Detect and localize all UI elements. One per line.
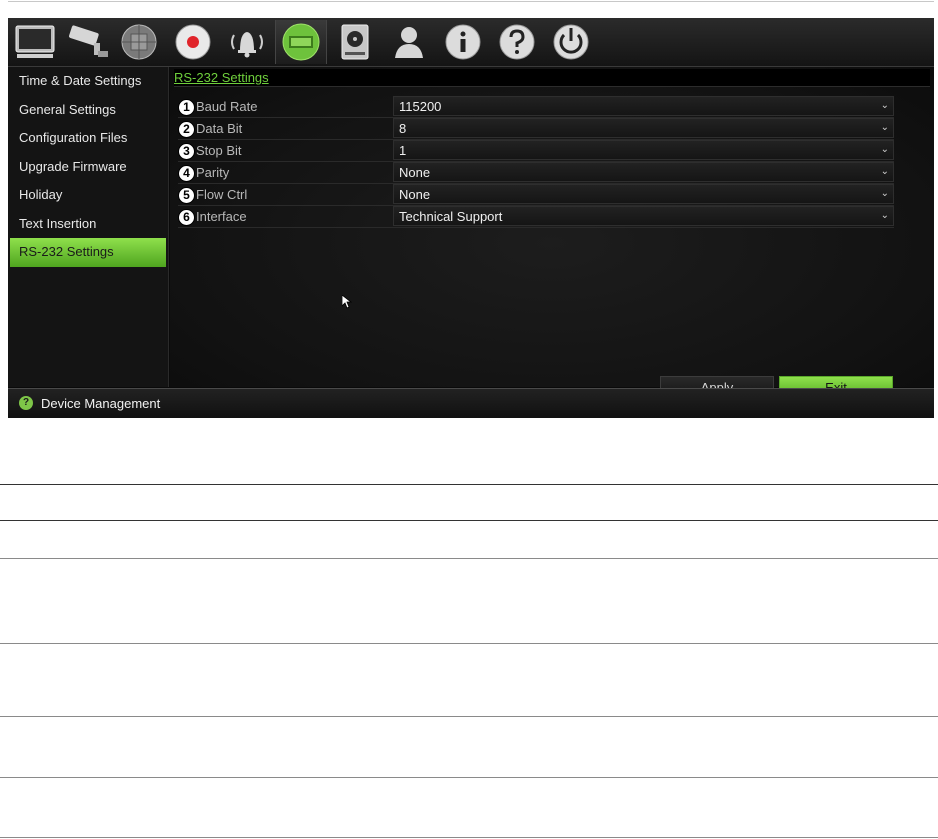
field-number-badge: 2 bbox=[178, 121, 195, 138]
device-management-icon[interactable] bbox=[275, 20, 327, 64]
panel-title-bar: RS-232 Settings bbox=[174, 69, 930, 87]
question-icon[interactable]: ? bbox=[19, 396, 33, 410]
record-icon[interactable] bbox=[168, 20, 218, 64]
field-row-parity: 4 Parity None ⌄ bbox=[178, 162, 894, 184]
sidebar-item-configuration-files[interactable]: Configuration Files bbox=[10, 124, 166, 153]
chevron-down-icon: ⌄ bbox=[880, 210, 889, 221]
table-rule bbox=[0, 520, 938, 521]
sidebar-item-time-date[interactable]: Time & Date Settings bbox=[10, 67, 166, 96]
field-row-data-bit: 2 Data Bit 8 ⌄ bbox=[178, 118, 894, 140]
select-value: 115200 bbox=[399, 99, 442, 114]
field-label: Interface bbox=[196, 209, 247, 224]
settings-sidebar: Time & Date Settings General Settings Co… bbox=[8, 67, 169, 387]
hdd-icon[interactable] bbox=[330, 20, 380, 64]
sidebar-item-text-insertion[interactable]: Text Insertion bbox=[10, 210, 166, 239]
chevron-down-icon: ⌄ bbox=[880, 144, 889, 155]
baud-rate-select[interactable]: 115200 ⌄ bbox=[393, 96, 894, 116]
status-text: Device Management bbox=[41, 396, 161, 411]
field-row-flow-ctrl: 5 Flow Ctrl None ⌄ bbox=[178, 184, 894, 206]
flow-ctrl-select[interactable]: None ⌄ bbox=[393, 184, 894, 204]
select-value: None bbox=[399, 165, 431, 180]
interface-select[interactable]: Technical Support ⌄ bbox=[393, 206, 894, 226]
table-rule bbox=[0, 716, 938, 717]
table-rule bbox=[0, 643, 938, 644]
field-label: Baud Rate bbox=[196, 99, 258, 114]
camera-icon[interactable] bbox=[62, 20, 112, 64]
info-icon[interactable] bbox=[438, 20, 488, 64]
sidebar-item-upgrade-firmware[interactable]: Upgrade Firmware bbox=[10, 153, 166, 182]
select-value: 8 bbox=[399, 121, 407, 136]
field-number-badge: 3 bbox=[178, 143, 195, 160]
settings-panel: RS-232 Settings 1 Baud Rate 115200 ⌄ 2 D… bbox=[170, 67, 934, 400]
table-rule bbox=[0, 484, 938, 485]
network-icon[interactable] bbox=[114, 20, 164, 64]
dvr-screen: Time & Date Settings General Settings Co… bbox=[8, 18, 934, 418]
field-row-baud-rate: 1 Baud Rate 115200 ⌄ bbox=[178, 96, 894, 118]
chevron-down-icon: ⌄ bbox=[880, 166, 889, 177]
chevron-down-icon: ⌄ bbox=[880, 122, 889, 133]
field-label: Flow Ctrl bbox=[196, 187, 248, 202]
field-number-badge: 6 bbox=[178, 209, 195, 226]
table-rule bbox=[0, 837, 938, 838]
field-label: Data Bit bbox=[196, 121, 243, 136]
mouse-cursor-icon bbox=[341, 294, 353, 314]
data-bit-select[interactable]: 8 ⌄ bbox=[393, 118, 894, 138]
select-value: Technical Support bbox=[399, 209, 503, 224]
user-icon[interactable] bbox=[384, 20, 434, 64]
field-label: Stop Bit bbox=[196, 143, 242, 158]
select-value: 1 bbox=[399, 143, 407, 158]
status-bar: ? Device Management bbox=[8, 388, 934, 418]
chevron-down-icon: ⌄ bbox=[880, 100, 889, 111]
table-rule bbox=[0, 777, 938, 778]
field-number-badge: 4 bbox=[178, 165, 195, 182]
field-number-badge: 5 bbox=[178, 187, 195, 204]
stop-bit-select[interactable]: 1 ⌄ bbox=[393, 140, 894, 160]
parity-select[interactable]: None ⌄ bbox=[393, 162, 894, 182]
sidebar-item-holiday[interactable]: Holiday bbox=[10, 181, 166, 210]
field-number-badge: 1 bbox=[178, 99, 195, 116]
panel-title: RS-232 Settings bbox=[174, 70, 269, 85]
help-icon[interactable] bbox=[492, 20, 542, 64]
monitor-icon[interactable] bbox=[10, 20, 60, 64]
sidebar-item-general[interactable]: General Settings bbox=[10, 96, 166, 125]
power-icon[interactable] bbox=[546, 20, 596, 64]
table-rule bbox=[0, 558, 938, 559]
field-label: Parity bbox=[196, 165, 230, 180]
top-divider bbox=[8, 1, 934, 2]
main-icon-bar bbox=[8, 18, 934, 67]
sidebar-item-rs232[interactable]: RS-232 Settings bbox=[10, 238, 166, 267]
chevron-down-icon: ⌄ bbox=[880, 188, 889, 199]
field-row-stop-bit: 3 Stop Bit 1 ⌄ bbox=[178, 140, 894, 162]
alarm-icon[interactable] bbox=[222, 20, 272, 64]
field-row-interface: 6 Interface Technical Support ⌄ bbox=[178, 206, 894, 228]
select-value: None bbox=[399, 187, 431, 202]
